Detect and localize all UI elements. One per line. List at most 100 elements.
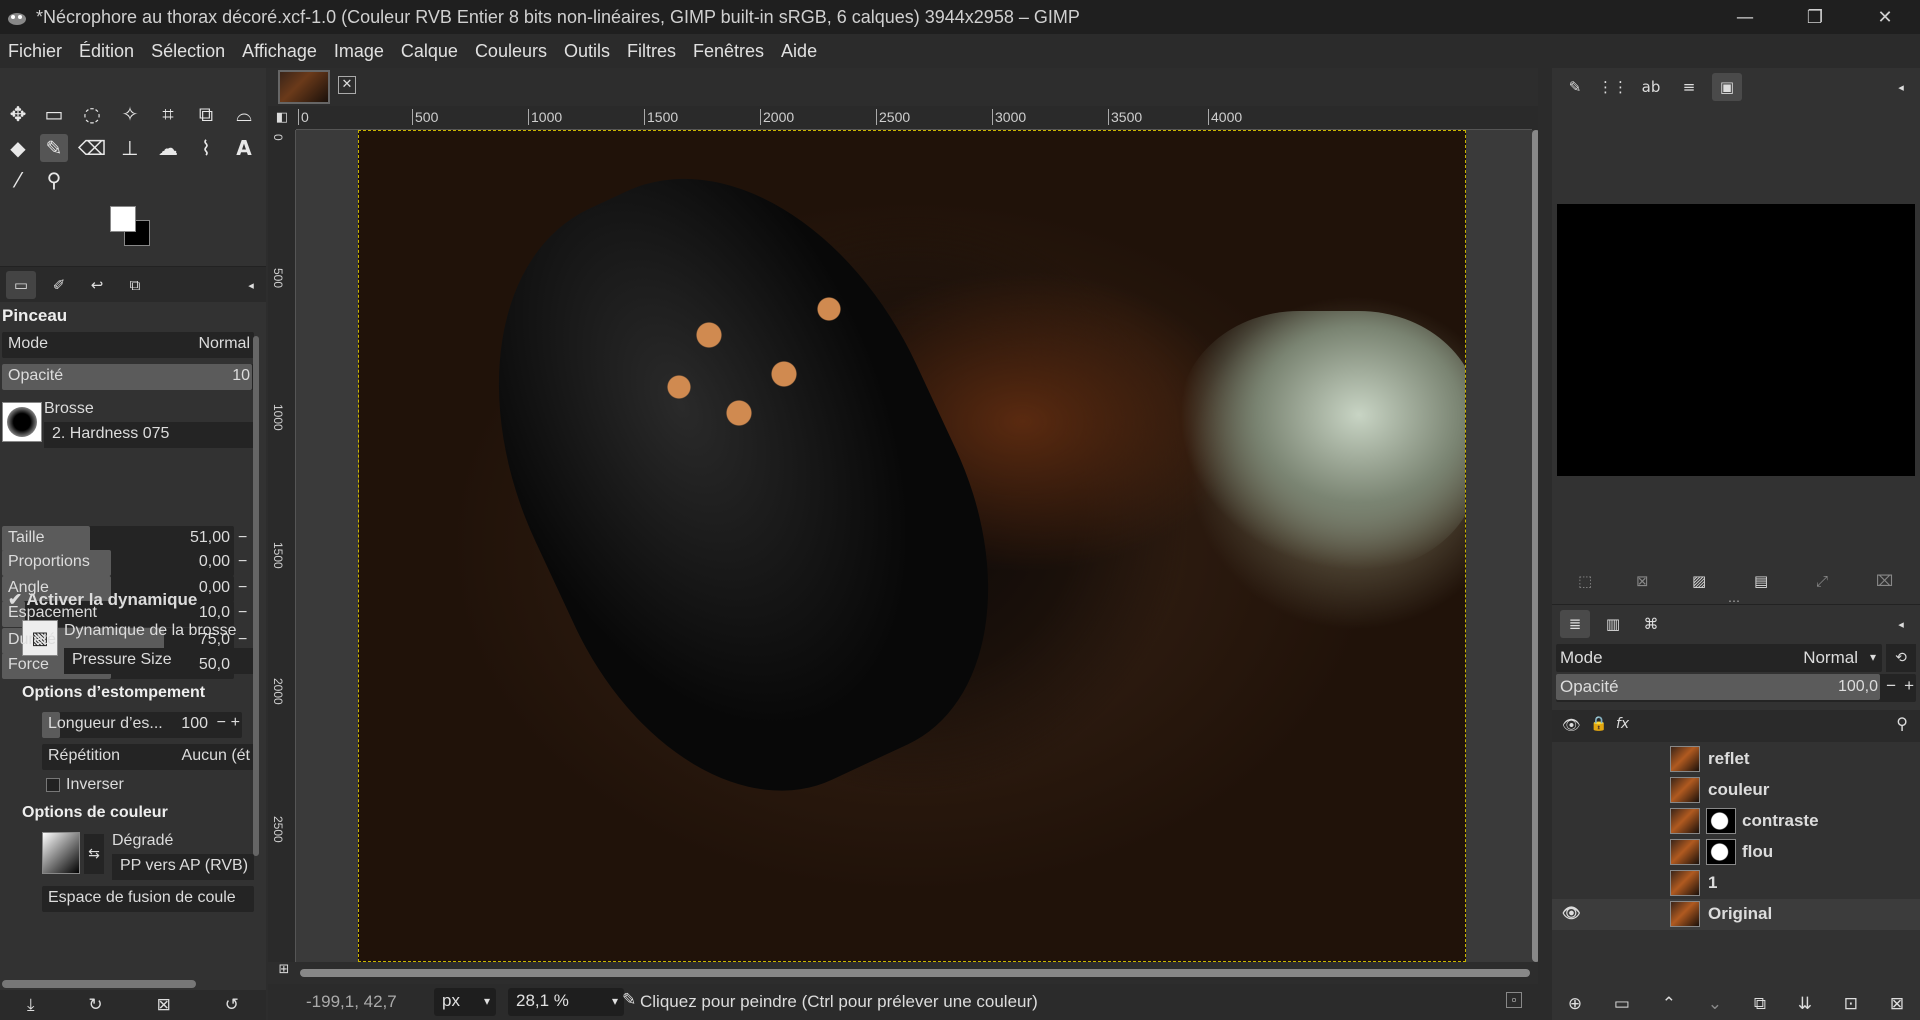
search-icon[interactable]: ⚲: [1896, 714, 1908, 733]
navigate-icon[interactable]: ⊞: [274, 962, 294, 982]
layer-opacity-slider[interactable]: Opacité 100,0 − +: [1556, 674, 1916, 702]
menu-couleurs[interactable]: Couleurs: [475, 41, 547, 62]
opacity-increase-icon[interactable]: +: [1904, 676, 1914, 696]
raise-view-icon[interactable]: ⬚: [1578, 572, 1592, 590]
lower-layer-icon[interactable]: ⌄: [1708, 994, 1722, 1014]
tab-document-history[interactable]: ≡: [1674, 73, 1704, 101]
save-options-icon[interactable]: ⤓: [27, 995, 35, 1015]
clean-view-icon[interactable]: ▤: [1754, 572, 1768, 590]
canvas-background[interactable]: [296, 130, 1538, 962]
hscroll-thumb[interactable]: [300, 969, 1530, 977]
reset-options-icon[interactable]: ↺: [225, 995, 239, 1015]
layer-row[interactable]: 👁 Original: [1552, 899, 1920, 930]
image-canvas[interactable]: [358, 130, 1466, 962]
menu-aide[interactable]: Aide: [781, 41, 817, 62]
quick-mask-menu-icon[interactable]: ◧: [268, 106, 296, 130]
paths-tool-icon[interactable]: ⌇: [192, 134, 220, 162]
eraser-tool-icon[interactable]: ⌫: [78, 134, 106, 162]
menu-fichier[interactable]: Fichier: [8, 41, 62, 62]
effects-header-icon[interactable]: fx: [1616, 716, 1629, 732]
add-mask-icon[interactable]: ⊡: [1844, 994, 1858, 1014]
brush-name-field[interactable]: 2. Hardness 075: [44, 422, 254, 448]
menu-filtres[interactable]: Filtres: [627, 41, 676, 62]
tab-menu-button[interactable]: ◂: [236, 271, 266, 299]
tab-tool-options[interactable]: ▭: [6, 271, 36, 299]
lock-header-icon[interactable]: 🔒: [1590, 716, 1607, 732]
menu-edition[interactable]: Édition: [79, 41, 134, 62]
transform-tool-icon[interactable]: ⧉: [192, 100, 220, 128]
layer-mode-select[interactable]: Mode Normal ▾: [1556, 644, 1882, 672]
gradient-name-field[interactable]: PP vers AP (RVB): [112, 854, 254, 880]
opacity-decrease-icon[interactable]: −: [1886, 676, 1896, 696]
close-button[interactable]: ✕: [1850, 0, 1920, 34]
close-image-tab-icon[interactable]: ✕: [338, 76, 356, 94]
slider-decrease-icon[interactable]: −: [238, 604, 252, 622]
lasso-tool-icon[interactable]: ◌: [78, 100, 106, 128]
fuzzy-select-tool-icon[interactable]: ✧: [116, 100, 144, 128]
image-preview[interactable]: [1557, 204, 1915, 476]
slider-0[interactable]: Taille 51,00−: [2, 526, 247, 552]
slider-decrease-icon[interactable]: −: [238, 579, 252, 597]
layer-row[interactable]: flou: [1552, 837, 1920, 868]
layer-row[interactable]: 1: [1552, 868, 1920, 899]
text-tool-icon[interactable]: A: [230, 134, 258, 162]
paintbrush-tool-icon[interactable]: ✎: [40, 134, 68, 162]
smudge-tool-icon[interactable]: ☁: [154, 134, 182, 162]
minimize-button[interactable]: —: [1710, 0, 1780, 34]
navigation-preview-icon[interactable]: ▫: [1506, 992, 1522, 1008]
slider-decrease-icon[interactable]: −: [238, 529, 252, 547]
dock-menu-button[interactable]: ◂: [1886, 73, 1916, 101]
tab-images-preview[interactable]: ▣: [1712, 73, 1742, 101]
brush-preview-icon[interactable]: [2, 402, 42, 442]
menu-selection[interactable]: Sélection: [151, 41, 225, 62]
layer-row[interactable]: couleur: [1552, 775, 1920, 806]
fg-bg-colors[interactable]: [110, 206, 154, 250]
blend-space-select[interactable]: Espace de fusion de coule: [42, 886, 254, 912]
new-layer-group-icon[interactable]: ▭: [1614, 994, 1630, 1014]
tab-channels[interactable]: ▥: [1598, 610, 1628, 638]
layer-row[interactable]: contraste: [1552, 806, 1920, 837]
crop-tool-icon[interactable]: ⌗: [154, 100, 182, 128]
color-picker-tool-icon[interactable]: ⁄: [4, 166, 32, 194]
new-layer-icon[interactable]: ⊕: [1568, 994, 1582, 1014]
delete-options-icon[interactable]: ⊠: [157, 995, 171, 1015]
vertical-ruler[interactable]: 0 500 1000 1500 2000 2500: [268, 130, 296, 962]
eye-icon[interactable]: 👁: [1562, 904, 1581, 922]
fade-decrease-icon[interactable]: −: [217, 714, 226, 732]
layers-menu-button[interactable]: ◂: [1886, 610, 1916, 638]
raise-layer-icon[interactable]: ⌃: [1662, 994, 1676, 1014]
layer-row[interactable]: reflet: [1552, 744, 1920, 775]
tab-paths[interactable]: ⌘: [1636, 610, 1666, 638]
tab-patterns[interactable]: ⋮⋮: [1598, 73, 1628, 101]
fade-increase-icon[interactable]: +: [231, 714, 240, 732]
gradient-preview-icon[interactable]: [42, 832, 80, 874]
gradient-reverse-icon[interactable]: ⇆: [84, 834, 104, 874]
restore-button[interactable]: ❐: [1780, 0, 1850, 34]
slider-1[interactable]: Proportions 0,00−: [2, 550, 247, 576]
tab-layers[interactable]: ≣: [1560, 610, 1590, 638]
image-tab-thumbnail[interactable]: [278, 70, 330, 104]
opacity-slider[interactable]: Opacité 10: [2, 364, 254, 390]
close-view-icon[interactable]: ⤢: [1816, 572, 1828, 590]
zoom-tool-icon[interactable]: ⚲: [40, 166, 68, 194]
canvas-horizontal-scrollbar[interactable]: [296, 962, 1538, 984]
menu-image[interactable]: Image: [334, 41, 384, 62]
repeat-select[interactable]: Répétition Aucun (ét: [42, 744, 254, 770]
zoom-select[interactable]: 28,1 % ▾: [508, 988, 624, 1016]
tab-device-status[interactable]: ✐: [44, 271, 74, 299]
merge-layer-icon[interactable]: ⇊: [1798, 994, 1812, 1014]
brush-selector[interactable]: Brosse 2. Hardness 075: [2, 398, 254, 452]
delete-image-icon[interactable]: ⌧: [1876, 572, 1893, 590]
menu-calque[interactable]: Calque: [401, 41, 458, 62]
restore-options-icon[interactable]: ↻: [88, 995, 102, 1015]
fade-length-slider[interactable]: Longueur d’es... 100 − +: [42, 712, 242, 738]
bucket-fill-tool-icon[interactable]: ◆: [4, 134, 32, 162]
slider-decrease-icon[interactable]: −: [238, 553, 252, 571]
menu-fenetres[interactable]: Fenêtres: [693, 41, 764, 62]
warp-tool-icon[interactable]: ⌓: [230, 100, 258, 128]
tab-images[interactable]: ⧉: [120, 271, 150, 299]
edit-image-icon[interactable]: ▨: [1692, 572, 1706, 590]
slider-decrease-icon[interactable]: −: [238, 631, 252, 649]
move-tool-icon[interactable]: ✥: [4, 100, 32, 128]
delete-layer-icon[interactable]: ⊠: [1890, 994, 1904, 1014]
